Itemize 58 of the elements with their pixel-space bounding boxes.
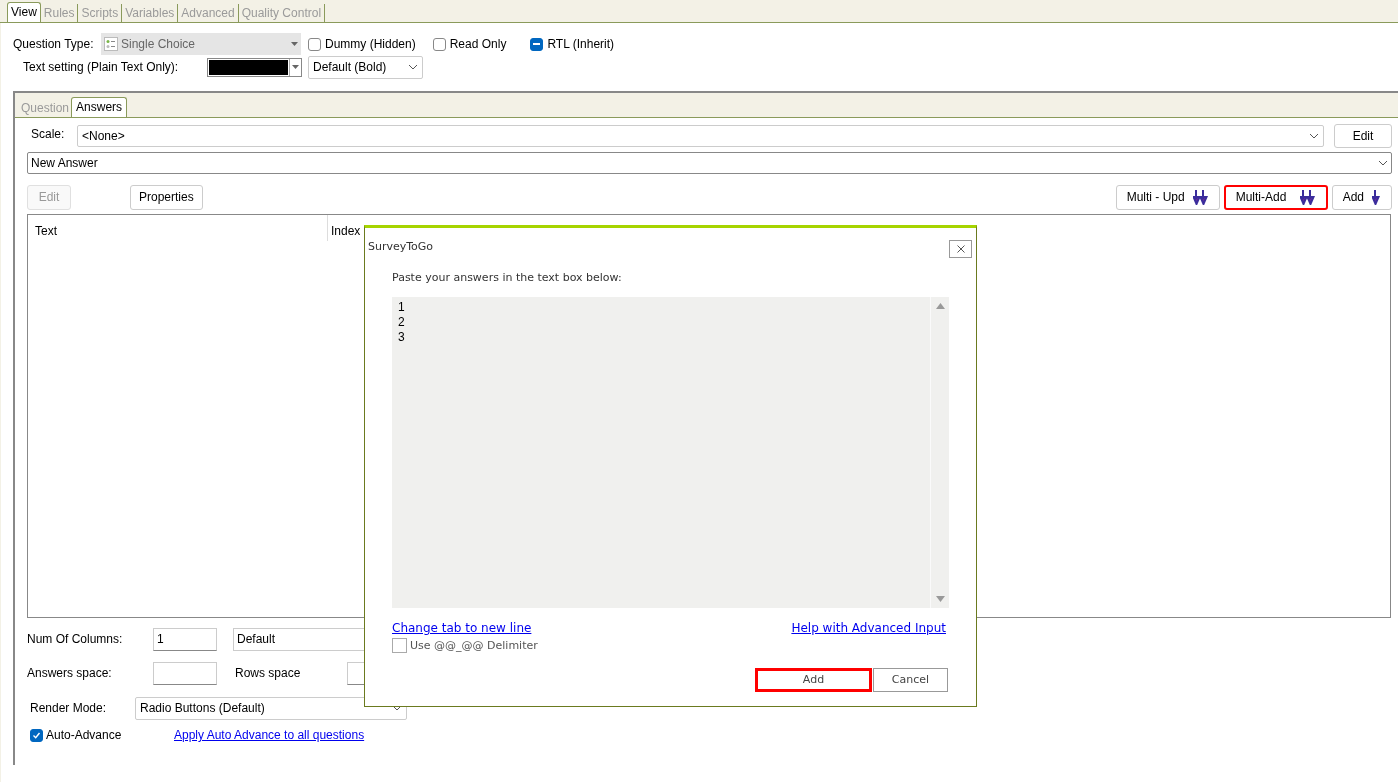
caret-icon [408, 64, 418, 70]
color-picker[interactable] [207, 57, 302, 77]
list-icon [104, 37, 118, 51]
column-header: Index [330, 223, 361, 240]
field-label: Rows space [235, 665, 302, 682]
toolbar-button[interactable]: Properties [130, 184, 203, 210]
checkbox[interactable] [30, 728, 43, 742]
caret-icon [1309, 133, 1319, 139]
caret-icon [292, 65, 299, 69]
advanced-input-help-link[interactable]: Help with Advanced Input [791, 618, 946, 637]
dialog-prompt: Paste your answers in the text box below: [392, 270, 623, 286]
checkbox-label: Use @@_@@ Delimiter [410, 637, 538, 654]
scroll-down-icon [935, 595, 945, 602]
caret-icon [291, 42, 298, 46]
field-label: Scale: [30, 126, 66, 143]
checkbox-label: Dummy (Hidden) [325, 36, 416, 53]
checkbox-label: Auto-Advance [46, 727, 123, 744]
down-arrow-icon [1192, 189, 1209, 205]
down-arrow-icon [1299, 189, 1316, 205]
num-columns-input[interactable]: 1 [153, 627, 217, 651]
field-label: Question Type: [13, 36, 95, 53]
checkbox-label: Read Only [449, 36, 507, 53]
checkbox-label: RTL (Inherit) [547, 36, 615, 53]
toolbar-button[interactable]: Add [1331, 184, 1392, 210]
answers-space-input[interactable] [153, 661, 217, 685]
answer-line: 1 [398, 299, 405, 315]
checkmark-icon [32, 730, 41, 740]
close-button[interactable] [949, 240, 972, 258]
dialog-button[interactable]: Add [755, 668, 872, 692]
dialog-button[interactable]: Cancel [873, 668, 948, 692]
tab[interactable]: Answers [71, 97, 128, 117]
answer-line: 3 [398, 329, 405, 345]
answers-textarea[interactable]: 1 2 3 [392, 296, 949, 608]
checkbox[interactable] [392, 638, 407, 654]
toolbar-button[interactable]: Multi-Add [1223, 184, 1328, 210]
checkbox[interactable] [432, 37, 446, 51]
down-arrow-icon [1372, 189, 1381, 205]
scale-dropdown[interactable]: <None> [77, 125, 1324, 147]
close-icon [956, 245, 965, 253]
toolbar-button[interactable]: Multi - Upd [1115, 184, 1220, 210]
scroll-up-icon [935, 302, 945, 309]
column-header: Text [28, 215, 328, 241]
field-label: Text setting (Plain Text Only): [23, 59, 180, 76]
checkbox[interactable] [308, 37, 321, 51]
edit-scale-button[interactable]: Edit [1334, 124, 1392, 148]
field-label: Num Of Columns: [27, 631, 124, 648]
checkbox[interactable] [530, 37, 544, 51]
answer-line: 2 [398, 314, 405, 330]
answer-dropdown[interactable]: New Answer [27, 152, 1392, 174]
dash-icon [533, 43, 541, 45]
caret-icon [1378, 160, 1388, 166]
field-label: Answers space: [27, 665, 113, 682]
dropdown-value: Single Choice [121, 36, 197, 53]
dialog-title: SurveyToGo [368, 238, 434, 255]
apply-auto-advance-link[interactable]: Apply Auto Advance to all questions [174, 726, 365, 744]
font-style-dropdown[interactable]: Default (Bold) [308, 55, 423, 79]
tab[interactable]: View [7, 2, 41, 22]
field-label: Render Mode: [29, 700, 108, 717]
